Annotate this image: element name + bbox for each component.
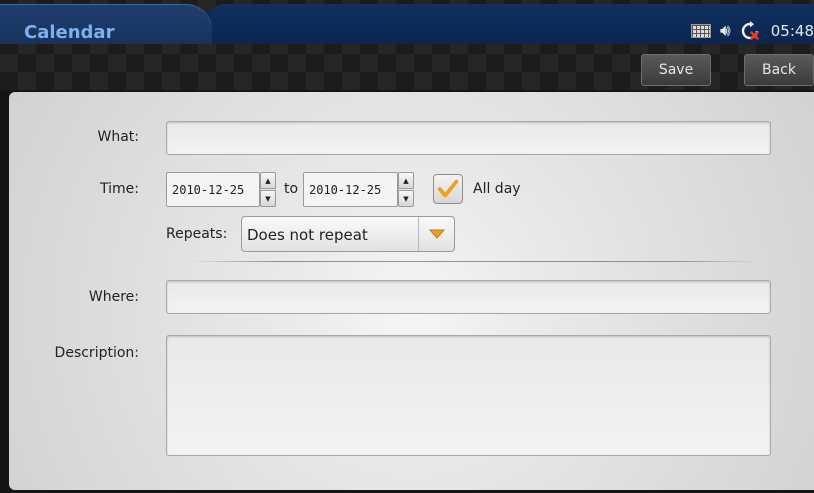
top-bar: 🔊︎ 05:48 Calendar Save Back [0,0,814,90]
to-label: to [284,181,299,197]
event-form: What: Time: 2010-12-25 ▲ ▼ to 2010-12-25… [9,92,814,490]
what-field[interactable] [166,121,771,155]
status-icons: 🔊︎ 05:48 [691,17,814,45]
end-date-down-button[interactable]: ▼ [398,190,414,207]
repeats-selected-value: Does not repeat [247,226,368,244]
end-date-spinner: ▲ ▼ [398,172,414,207]
app-title: Calendar [24,22,115,43]
sync-error-icon[interactable] [740,21,760,41]
dropdown-arrow-icon [418,217,454,251]
what-label: What: [97,129,139,145]
start-date-field[interactable]: 2010-12-25 [166,172,260,207]
repeats-label: Repeats: [166,226,228,242]
description-field[interactable] [166,335,771,456]
start-date-down-button[interactable]: ▼ [260,190,276,207]
all-day-label: All day [473,181,521,197]
keyboard-icon[interactable] [691,24,712,38]
checkmark-icon [437,179,459,198]
all-day-checkbox[interactable] [433,174,463,204]
start-date-up-button[interactable]: ▲ [260,172,276,189]
repeats-dropdown[interactable]: Does not repeat [241,216,455,252]
volume-icon[interactable]: 🔊︎ [720,22,731,40]
clock: 05:48 [770,22,814,40]
section-divider [189,261,759,262]
back-button[interactable]: Back [744,54,814,86]
description-label: Description: [54,345,139,361]
where-field[interactable] [166,280,771,314]
save-button[interactable]: Save [641,54,711,86]
where-label: Where: [88,289,139,305]
end-date-up-button[interactable]: ▲ [398,172,414,189]
status-bar: 🔊︎ 05:48 [205,4,814,44]
start-date-spinner: ▲ ▼ [260,172,276,207]
time-label: Time: [100,181,139,197]
end-date-field[interactable]: 2010-12-25 [303,172,398,207]
